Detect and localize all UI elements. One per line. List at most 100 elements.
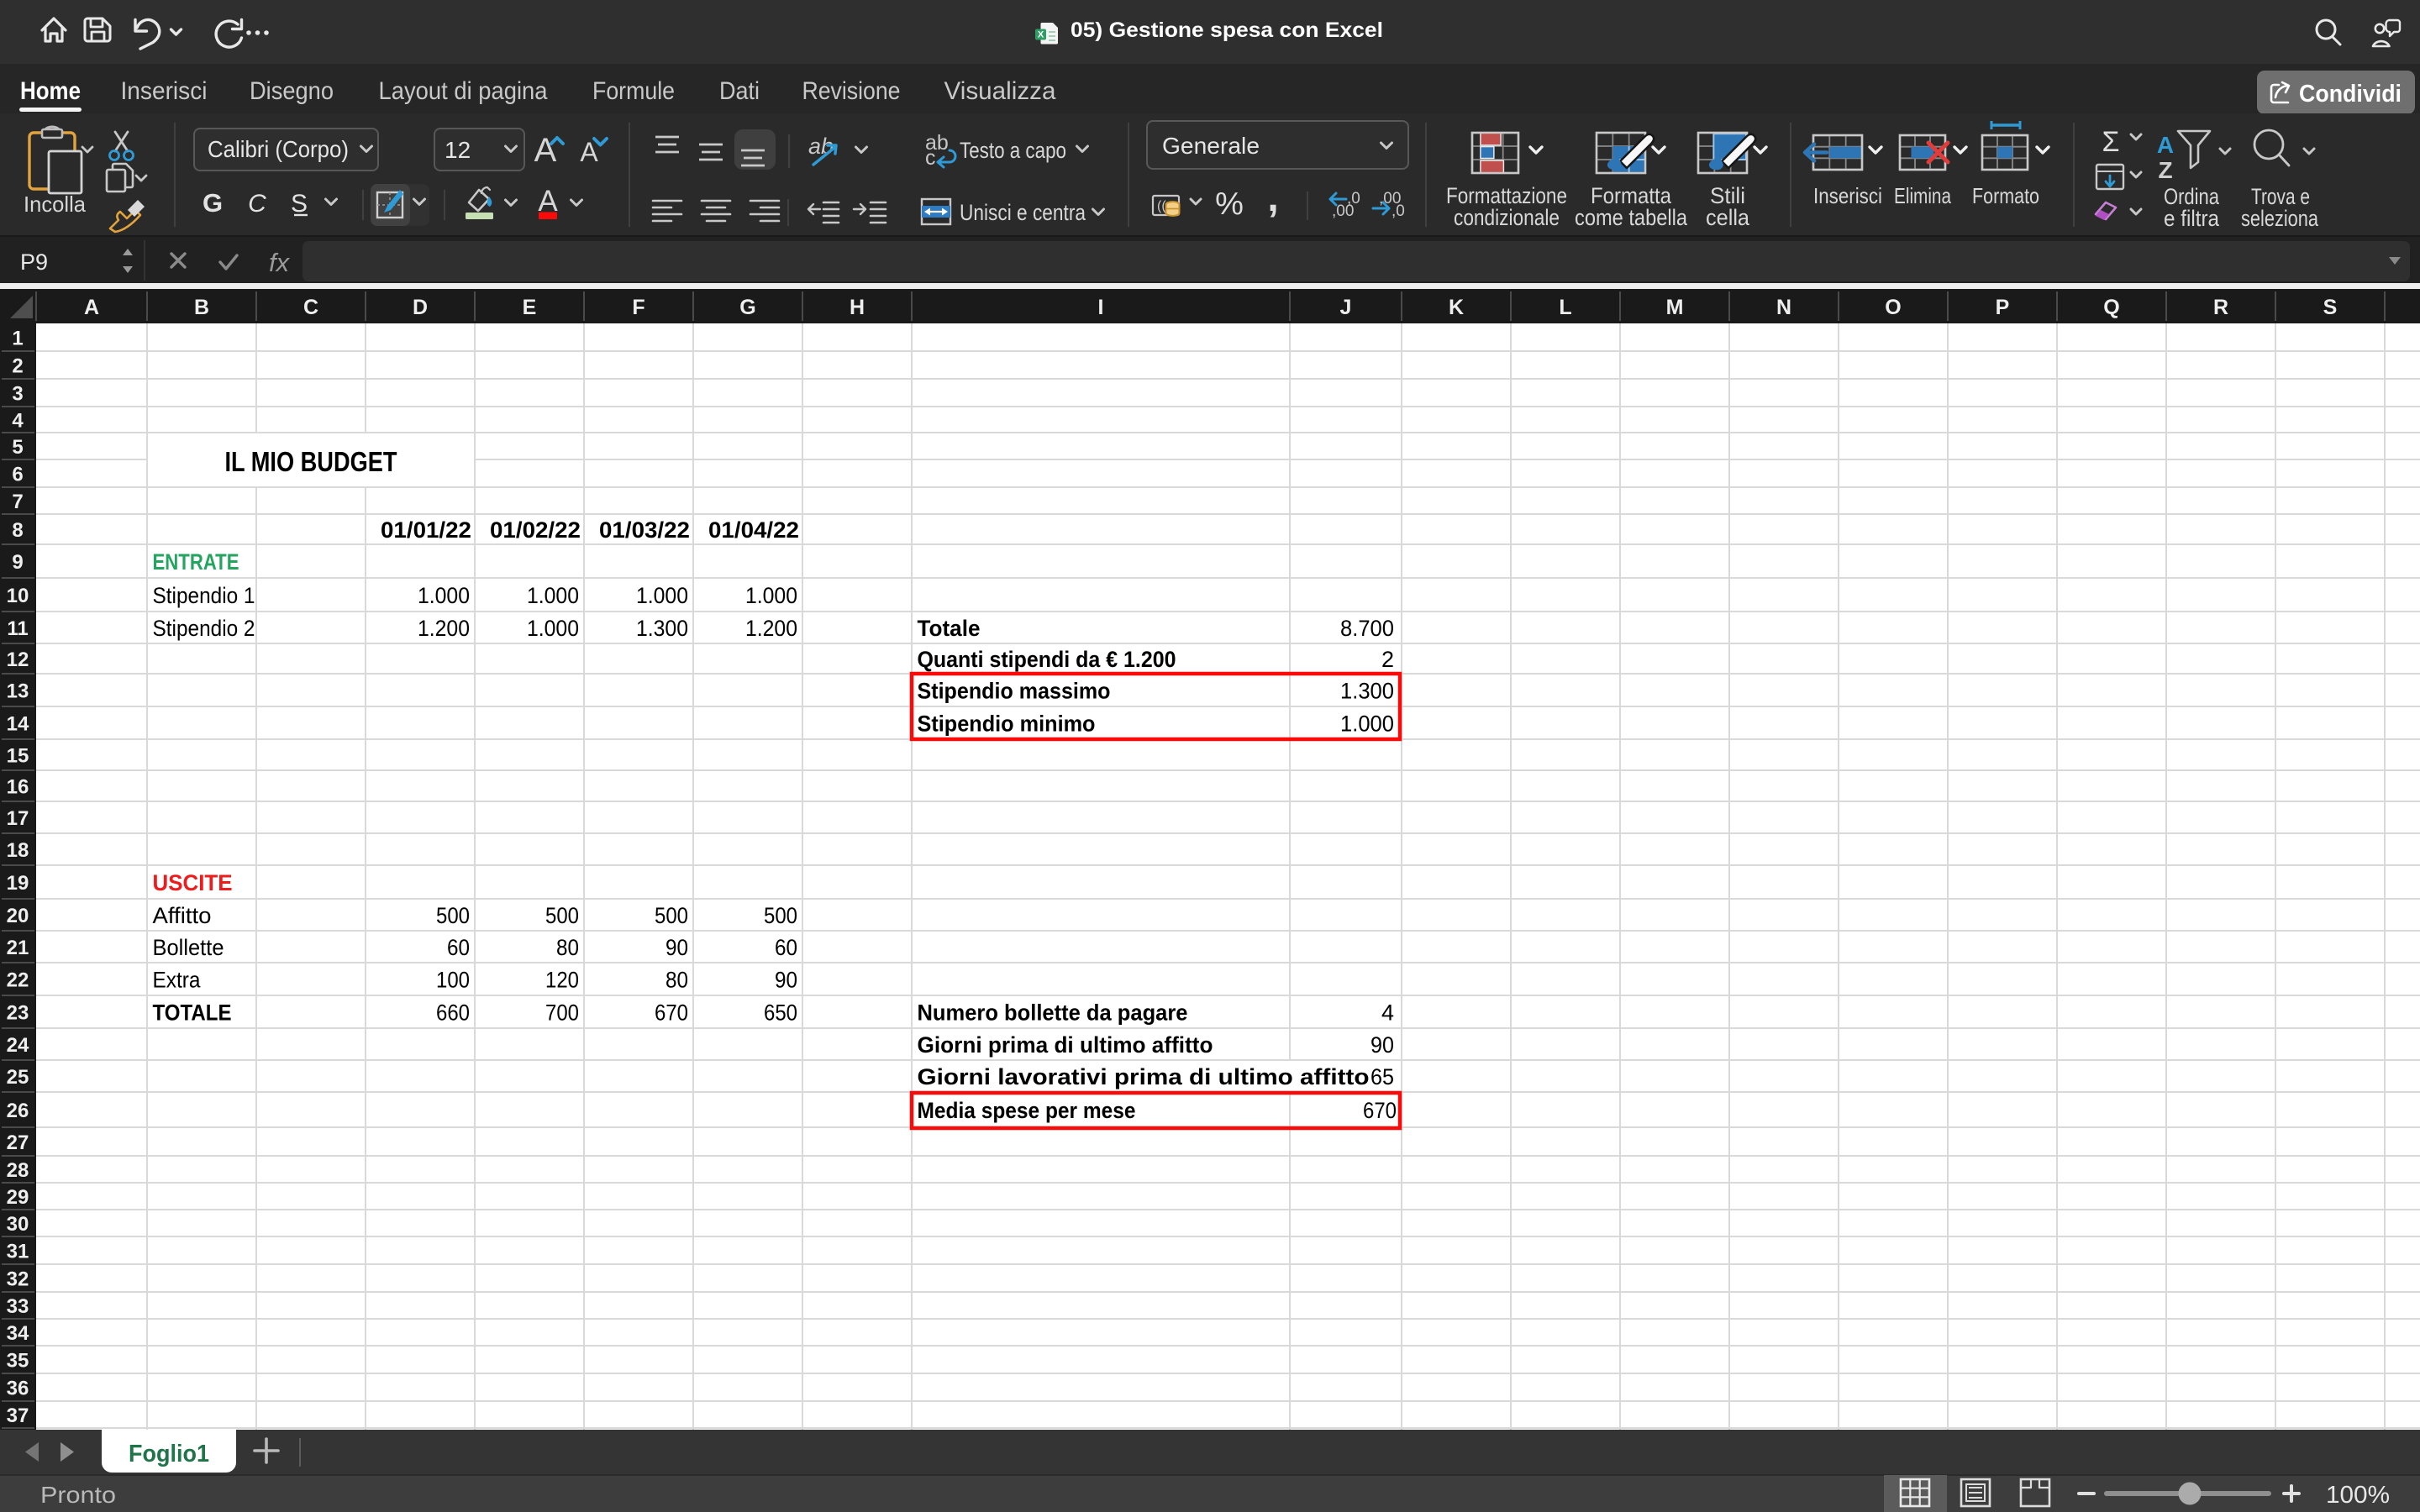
svg-text:11: 11 bbox=[7, 617, 28, 640]
svg-text:16: 16 bbox=[7, 776, 29, 799]
svg-text:A: A bbox=[534, 132, 557, 169]
svg-text:A: A bbox=[2157, 132, 2174, 158]
svg-text:30: 30 bbox=[7, 1213, 29, 1236]
svg-text:C: C bbox=[248, 190, 266, 218]
svg-text:5: 5 bbox=[12, 436, 23, 459]
svg-text:Stipendio minimo: Stipendio minimo bbox=[918, 711, 1096, 737]
svg-text:15: 15 bbox=[7, 745, 29, 768]
svg-text:S: S bbox=[291, 190, 308, 218]
svg-text:R: R bbox=[2213, 296, 2228, 319]
svg-text:Stipendio 2: Stipendio 2 bbox=[153, 616, 255, 641]
svg-text:fx: fx bbox=[269, 248, 291, 277]
svg-text:Giorni lavorativi prima di ult: Giorni lavorativi prima di ultimo affitt… bbox=[918, 1064, 1370, 1089]
svg-text:3: 3 bbox=[12, 383, 23, 406]
svg-text:6: 6 bbox=[12, 464, 23, 486]
svg-text:1.300: 1.300 bbox=[1340, 679, 1394, 704]
svg-text:C: C bbox=[303, 296, 318, 319]
svg-text:O: O bbox=[1885, 296, 1901, 319]
svg-text:500: 500 bbox=[545, 903, 579, 928]
svg-text:670: 670 bbox=[1363, 1098, 1397, 1123]
svg-text:29: 29 bbox=[7, 1186, 29, 1209]
svg-text:ENTRATE: ENTRATE bbox=[153, 549, 239, 575]
svg-text:Revisione: Revisione bbox=[802, 77, 901, 105]
svg-text:Visualizza: Visualizza bbox=[944, 77, 1056, 105]
svg-text:I: I bbox=[1098, 296, 1104, 319]
svg-text:D: D bbox=[413, 296, 428, 319]
svg-text:P: P bbox=[1996, 296, 2010, 319]
svg-text:9: 9 bbox=[12, 551, 23, 574]
svg-text:L: L bbox=[1559, 296, 1571, 319]
svg-text:Calibri (Corpo): Calibri (Corpo) bbox=[208, 136, 349, 162]
svg-text:500: 500 bbox=[764, 903, 797, 928]
svg-text:K: K bbox=[1449, 296, 1464, 319]
svg-text:X: X bbox=[1038, 30, 1044, 40]
svg-text:Formato: Formato bbox=[1972, 183, 2039, 208]
svg-text:01/01/22: 01/01/22 bbox=[381, 517, 471, 543]
svg-text:USCITE: USCITE bbox=[153, 870, 233, 895]
svg-text:N: N bbox=[1776, 296, 1791, 319]
svg-text:condizionale: condizionale bbox=[1454, 205, 1560, 230]
svg-text:Giorni prima di ultimo affitto: Giorni prima di ultimo affitto bbox=[918, 1032, 1213, 1058]
svg-text:IL MIO BUDGET: IL MIO BUDGET bbox=[225, 446, 397, 477]
svg-text:01/02/22: 01/02/22 bbox=[490, 517, 581, 543]
svg-text:1.000: 1.000 bbox=[636, 583, 688, 608]
svg-text:Unisci e centra: Unisci e centra bbox=[960, 200, 1086, 225]
svg-text:13: 13 bbox=[7, 680, 29, 703]
svg-text:H: H bbox=[850, 296, 865, 319]
svg-text:4: 4 bbox=[1381, 1000, 1394, 1026]
svg-text:80: 80 bbox=[556, 935, 579, 960]
svg-text:28: 28 bbox=[7, 1159, 29, 1182]
svg-text:B: B bbox=[194, 296, 209, 319]
svg-text:500: 500 bbox=[436, 903, 470, 928]
svg-text:34: 34 bbox=[7, 1322, 29, 1345]
svg-text:E: E bbox=[523, 296, 537, 319]
svg-text:1.200: 1.200 bbox=[418, 616, 470, 641]
svg-text:1.000: 1.000 bbox=[1340, 711, 1394, 737]
svg-text:26: 26 bbox=[7, 1100, 29, 1122]
svg-text:700: 700 bbox=[545, 1000, 579, 1026]
svg-text:Numero bollette da pagare: Numero bollette da pagare bbox=[918, 1000, 1188, 1026]
svg-text:25: 25 bbox=[7, 1066, 29, 1089]
svg-text:32: 32 bbox=[7, 1268, 29, 1291]
svg-text:14: 14 bbox=[7, 713, 29, 736]
svg-text:Foglio1: Foglio1 bbox=[129, 1441, 209, 1467]
svg-text:120: 120 bbox=[545, 968, 579, 993]
svg-text:Condividi: Condividi bbox=[2299, 81, 2402, 108]
svg-text:Inserisci: Inserisci bbox=[1813, 183, 1882, 208]
svg-text:cella: cella bbox=[1706, 205, 1750, 230]
svg-text:37: 37 bbox=[7, 1404, 29, 1427]
svg-text:36: 36 bbox=[7, 1378, 29, 1400]
svg-text:18: 18 bbox=[7, 839, 29, 862]
svg-text:Testo a capo: Testo a capo bbox=[960, 138, 1066, 163]
svg-text:21: 21 bbox=[7, 937, 29, 959]
svg-text:Bollette: Bollette bbox=[153, 935, 224, 960]
svg-text:Dati: Dati bbox=[719, 77, 760, 105]
svg-text:1: 1 bbox=[12, 328, 23, 350]
svg-text:1.200: 1.200 bbox=[745, 616, 797, 641]
svg-text:17: 17 bbox=[7, 807, 29, 830]
svg-text:100%: 100% bbox=[2326, 1482, 2390, 1509]
svg-text:05) Gestione spesa con Excel: 05) Gestione spesa con Excel bbox=[1071, 18, 1383, 42]
svg-text:Pronto: Pronto bbox=[40, 1482, 116, 1508]
svg-text:Quanti stipendi da € 1.200: Quanti stipendi da € 1.200 bbox=[918, 647, 1176, 672]
svg-text:A: A bbox=[84, 296, 99, 319]
svg-text:Media spese per mese: Media spese per mese bbox=[918, 1098, 1136, 1123]
svg-text:60: 60 bbox=[447, 935, 470, 960]
svg-text:1.000: 1.000 bbox=[527, 616, 579, 641]
svg-text:90: 90 bbox=[775, 968, 797, 993]
svg-text:Σ: Σ bbox=[2102, 126, 2119, 158]
svg-text:2: 2 bbox=[12, 355, 23, 378]
svg-text:,00: ,00 bbox=[1332, 202, 1354, 220]
svg-text:,: , bbox=[1267, 176, 1278, 220]
svg-text:c: c bbox=[925, 146, 936, 170]
svg-text:J: J bbox=[1340, 296, 1352, 319]
svg-text:27: 27 bbox=[7, 1131, 29, 1154]
svg-text:80: 80 bbox=[666, 968, 688, 993]
svg-text:M: M bbox=[1666, 296, 1684, 319]
svg-text:come tabella: come tabella bbox=[1575, 205, 1688, 230]
svg-text:Elimina: Elimina bbox=[1894, 183, 1951, 208]
svg-text:7: 7 bbox=[12, 491, 23, 513]
svg-text:G: G bbox=[203, 188, 223, 218]
svg-text:670: 670 bbox=[655, 1000, 688, 1026]
svg-text:60: 60 bbox=[775, 935, 797, 960]
